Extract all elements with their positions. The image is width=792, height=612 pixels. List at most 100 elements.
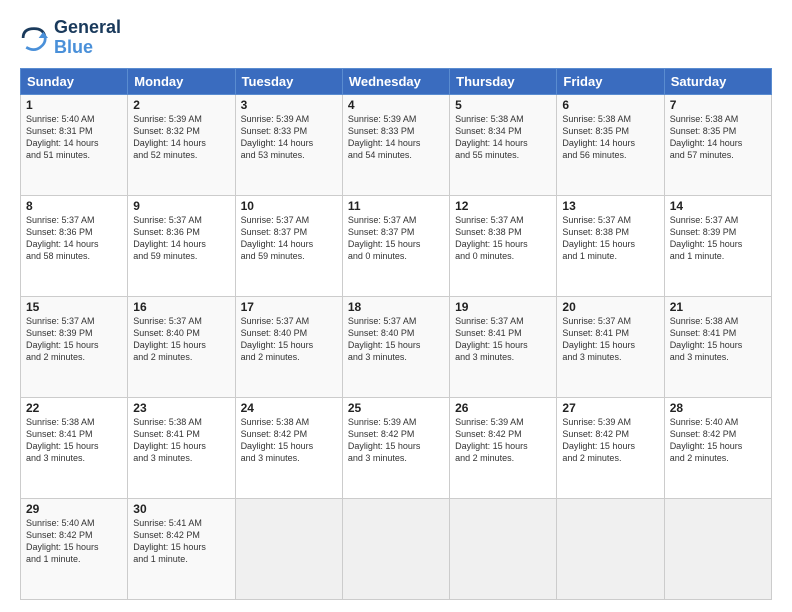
- calendar-cell: 21 Sunrise: 5:38 AMSunset: 8:41 PMDaylig…: [664, 296, 771, 397]
- col-header-monday: Monday: [128, 68, 235, 94]
- day-number: 28: [670, 401, 766, 415]
- calendar-cell: 4 Sunrise: 5:39 AMSunset: 8:33 PMDayligh…: [342, 94, 449, 195]
- day-detail: Sunrise: 5:38 AMSunset: 8:41 PMDaylight:…: [26, 417, 99, 463]
- calendar-cell: 26 Sunrise: 5:39 AMSunset: 8:42 PMDaylig…: [450, 397, 557, 498]
- calendar-cell: 28 Sunrise: 5:40 AMSunset: 8:42 PMDaylig…: [664, 397, 771, 498]
- day-number: 16: [133, 300, 229, 314]
- calendar-cell: 7 Sunrise: 5:38 AMSunset: 8:35 PMDayligh…: [664, 94, 771, 195]
- calendar-cell: 16 Sunrise: 5:37 AMSunset: 8:40 PMDaylig…: [128, 296, 235, 397]
- day-number: 22: [26, 401, 122, 415]
- page: General Blue SundayMondayTuesdayWednesda…: [0, 0, 792, 612]
- day-detail: Sunrise: 5:37 AMSunset: 8:38 PMDaylight:…: [455, 215, 528, 261]
- day-detail: Sunrise: 5:37 AMSunset: 8:37 PMDaylight:…: [241, 215, 314, 261]
- day-number: 18: [348, 300, 444, 314]
- col-header-thursday: Thursday: [450, 68, 557, 94]
- day-detail: Sunrise: 5:37 AMSunset: 8:40 PMDaylight:…: [133, 316, 206, 362]
- calendar-cell: [557, 498, 664, 599]
- calendar-cell: 14 Sunrise: 5:37 AMSunset: 8:39 PMDaylig…: [664, 195, 771, 296]
- day-detail: Sunrise: 5:37 AMSunset: 8:40 PMDaylight:…: [241, 316, 314, 362]
- calendar-cell: 24 Sunrise: 5:38 AMSunset: 8:42 PMDaylig…: [235, 397, 342, 498]
- day-detail: Sunrise: 5:39 AMSunset: 8:33 PMDaylight:…: [241, 114, 314, 160]
- day-number: 30: [133, 502, 229, 516]
- day-number: 4: [348, 98, 444, 112]
- day-number: 10: [241, 199, 337, 213]
- day-number: 7: [670, 98, 766, 112]
- calendar-cell: 6 Sunrise: 5:38 AMSunset: 8:35 PMDayligh…: [557, 94, 664, 195]
- logo-icon: [20, 24, 48, 52]
- col-header-sunday: Sunday: [21, 68, 128, 94]
- day-detail: Sunrise: 5:39 AMSunset: 8:32 PMDaylight:…: [133, 114, 206, 160]
- calendar-cell: 15 Sunrise: 5:37 AMSunset: 8:39 PMDaylig…: [21, 296, 128, 397]
- calendar-cell: 18 Sunrise: 5:37 AMSunset: 8:40 PMDaylig…: [342, 296, 449, 397]
- day-number: 27: [562, 401, 658, 415]
- day-number: 1: [26, 98, 122, 112]
- calendar-cell: 22 Sunrise: 5:38 AMSunset: 8:41 PMDaylig…: [21, 397, 128, 498]
- calendar-cell: 25 Sunrise: 5:39 AMSunset: 8:42 PMDaylig…: [342, 397, 449, 498]
- calendar-cell: 2 Sunrise: 5:39 AMSunset: 8:32 PMDayligh…: [128, 94, 235, 195]
- day-detail: Sunrise: 5:37 AMSunset: 8:40 PMDaylight:…: [348, 316, 421, 362]
- calendar-cell: 8 Sunrise: 5:37 AMSunset: 8:36 PMDayligh…: [21, 195, 128, 296]
- calendar-cell: [664, 498, 771, 599]
- calendar-table: SundayMondayTuesdayWednesdayThursdayFrid…: [20, 68, 772, 600]
- day-detail: Sunrise: 5:38 AMSunset: 8:41 PMDaylight:…: [133, 417, 206, 463]
- calendar-cell: 3 Sunrise: 5:39 AMSunset: 8:33 PMDayligh…: [235, 94, 342, 195]
- day-detail: Sunrise: 5:37 AMSunset: 8:39 PMDaylight:…: [26, 316, 99, 362]
- calendar-cell: [450, 498, 557, 599]
- day-detail: Sunrise: 5:37 AMSunset: 8:37 PMDaylight:…: [348, 215, 421, 261]
- day-detail: Sunrise: 5:41 AMSunset: 8:42 PMDaylight:…: [133, 518, 206, 564]
- day-number: 24: [241, 401, 337, 415]
- calendar-cell: [235, 498, 342, 599]
- day-number: 3: [241, 98, 337, 112]
- day-number: 25: [348, 401, 444, 415]
- day-number: 20: [562, 300, 658, 314]
- day-number: 21: [670, 300, 766, 314]
- day-detail: Sunrise: 5:40 AMSunset: 8:31 PMDaylight:…: [26, 114, 99, 160]
- day-number: 14: [670, 199, 766, 213]
- day-number: 12: [455, 199, 551, 213]
- day-detail: Sunrise: 5:39 AMSunset: 8:42 PMDaylight:…: [562, 417, 635, 463]
- logo: General Blue: [20, 18, 121, 58]
- day-detail: Sunrise: 5:39 AMSunset: 8:42 PMDaylight:…: [455, 417, 528, 463]
- day-detail: Sunrise: 5:38 AMSunset: 8:42 PMDaylight:…: [241, 417, 314, 463]
- col-header-wednesday: Wednesday: [342, 68, 449, 94]
- day-detail: Sunrise: 5:38 AMSunset: 8:34 PMDaylight:…: [455, 114, 528, 160]
- calendar-cell: 9 Sunrise: 5:37 AMSunset: 8:36 PMDayligh…: [128, 195, 235, 296]
- calendar-cell: 10 Sunrise: 5:37 AMSunset: 8:37 PMDaylig…: [235, 195, 342, 296]
- day-detail: Sunrise: 5:38 AMSunset: 8:41 PMDaylight:…: [670, 316, 743, 362]
- day-detail: Sunrise: 5:39 AMSunset: 8:33 PMDaylight:…: [348, 114, 421, 160]
- day-number: 8: [26, 199, 122, 213]
- col-header-friday: Friday: [557, 68, 664, 94]
- day-number: 9: [133, 199, 229, 213]
- day-number: 6: [562, 98, 658, 112]
- day-detail: Sunrise: 5:37 AMSunset: 8:36 PMDaylight:…: [133, 215, 206, 261]
- day-detail: Sunrise: 5:37 AMSunset: 8:41 PMDaylight:…: [562, 316, 635, 362]
- calendar-cell: 12 Sunrise: 5:37 AMSunset: 8:38 PMDaylig…: [450, 195, 557, 296]
- calendar-cell: 5 Sunrise: 5:38 AMSunset: 8:34 PMDayligh…: [450, 94, 557, 195]
- day-number: 23: [133, 401, 229, 415]
- day-number: 5: [455, 98, 551, 112]
- day-detail: Sunrise: 5:38 AMSunset: 8:35 PMDaylight:…: [670, 114, 743, 160]
- day-number: 2: [133, 98, 229, 112]
- day-number: 29: [26, 502, 122, 516]
- day-detail: Sunrise: 5:39 AMSunset: 8:42 PMDaylight:…: [348, 417, 421, 463]
- calendar-cell: 29 Sunrise: 5:40 AMSunset: 8:42 PMDaylig…: [21, 498, 128, 599]
- day-detail: Sunrise: 5:37 AMSunset: 8:41 PMDaylight:…: [455, 316, 528, 362]
- day-number: 11: [348, 199, 444, 213]
- day-number: 13: [562, 199, 658, 213]
- calendar-cell: 23 Sunrise: 5:38 AMSunset: 8:41 PMDaylig…: [128, 397, 235, 498]
- calendar-cell: 13 Sunrise: 5:37 AMSunset: 8:38 PMDaylig…: [557, 195, 664, 296]
- calendar-cell: [342, 498, 449, 599]
- day-detail: Sunrise: 5:38 AMSunset: 8:35 PMDaylight:…: [562, 114, 635, 160]
- day-number: 17: [241, 300, 337, 314]
- calendar-cell: 1 Sunrise: 5:40 AMSunset: 8:31 PMDayligh…: [21, 94, 128, 195]
- col-header-saturday: Saturday: [664, 68, 771, 94]
- header: General Blue: [20, 18, 772, 58]
- day-detail: Sunrise: 5:37 AMSunset: 8:36 PMDaylight:…: [26, 215, 99, 261]
- calendar-cell: 19 Sunrise: 5:37 AMSunset: 8:41 PMDaylig…: [450, 296, 557, 397]
- col-header-tuesday: Tuesday: [235, 68, 342, 94]
- day-detail: Sunrise: 5:40 AMSunset: 8:42 PMDaylight:…: [670, 417, 743, 463]
- day-number: 19: [455, 300, 551, 314]
- calendar-cell: 11 Sunrise: 5:37 AMSunset: 8:37 PMDaylig…: [342, 195, 449, 296]
- day-number: 26: [455, 401, 551, 415]
- calendar-cell: 20 Sunrise: 5:37 AMSunset: 8:41 PMDaylig…: [557, 296, 664, 397]
